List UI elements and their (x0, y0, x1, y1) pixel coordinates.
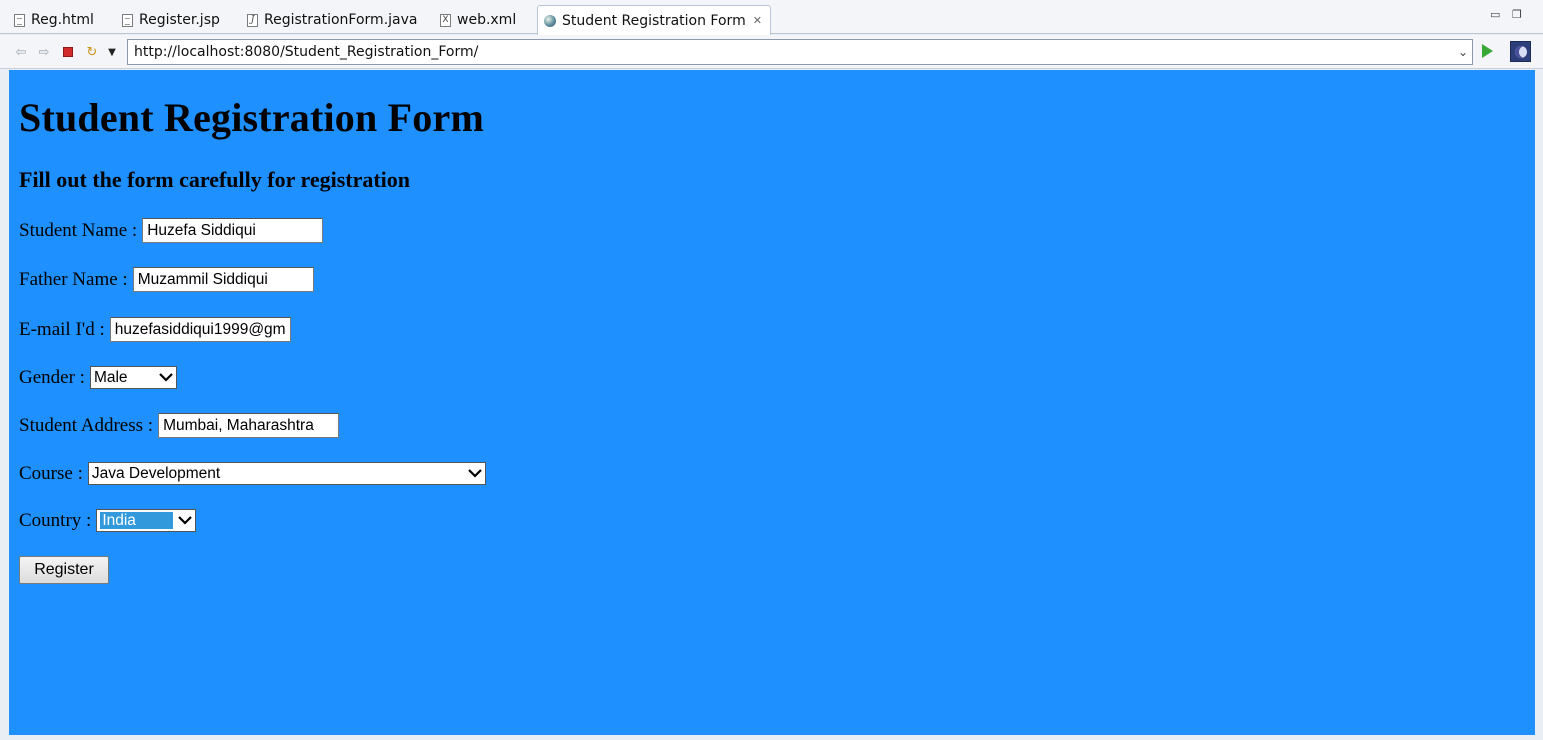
email-label: E-mail I'd : (19, 318, 105, 340)
father-name-row: Father Name : Muzammil Siddiqui (19, 267, 314, 292)
address-label: Student Address : (19, 414, 154, 436)
tab-label: Register.jsp (139, 12, 220, 28)
tab-student-registration-form[interactable]: Student Registration Form ✕ (537, 5, 771, 35)
eclipse-icon[interactable] (1510, 41, 1531, 62)
url-text: http://localhost:8080/Student_Registrati… (134, 44, 479, 60)
java-file-icon: J (247, 13, 258, 27)
url-input[interactable]: http://localhost:8080/Student_Registrati… (127, 39, 1473, 65)
html-file-icon (14, 13, 25, 27)
editor-tab-bar: Reg.html Register.jsp J RegistrationForm… (0, 0, 1543, 35)
chevron-down-icon (178, 516, 193, 525)
close-icon[interactable]: ✕ (753, 14, 762, 27)
father-name-input[interactable]: Muzammil Siddiqui (132, 267, 314, 292)
tab-label: RegistrationForm.java (264, 12, 418, 28)
tab-reg-html[interactable]: Reg.html (14, 6, 94, 34)
gender-label: Gender : (19, 366, 85, 388)
course-label: Course : (19, 462, 83, 484)
tab-registrationform-java[interactable]: J RegistrationForm.java (247, 6, 417, 34)
gender-select[interactable]: Male (89, 366, 177, 389)
tab-register-jsp[interactable]: Register.jsp (122, 6, 220, 34)
country-label: Country : (19, 509, 92, 531)
page-title: Student Registration Form (19, 95, 484, 140)
globe-icon (544, 14, 556, 27)
register-button[interactable]: Register (19, 556, 109, 584)
address-input[interactable]: Mumbai, Maharashtra (158, 413, 340, 438)
page-subtitle: Fill out the form carefully for registra… (19, 167, 411, 192)
gender-selected-value: Male (93, 369, 128, 386)
go-icon[interactable] (1482, 44, 1493, 58)
forward-icon[interactable]: ⇨ (36, 44, 52, 60)
email-input[interactable]: huzefasiddiqui1999@gm (109, 317, 291, 342)
country-select[interactable]: India (96, 509, 197, 532)
stop-icon[interactable] (60, 44, 76, 60)
maximize-icon[interactable]: ❐ (1512, 9, 1522, 20)
student-name-row: Student Name : Huzefa Siddiqui (19, 218, 324, 243)
browser-toolbar: ⇦ ⇨ ↻ ▼ http://localhost:8080/Student_Re… (0, 35, 1543, 69)
email-row: E-mail I'd : huzefasiddiqui1999@gm (19, 317, 291, 342)
back-icon[interactable]: ⇦ (13, 44, 29, 60)
chevron-down-icon[interactable]: ▼ (104, 44, 120, 60)
course-row: Course : Java Development (19, 462, 486, 485)
course-selected-value: Java Development (91, 465, 221, 482)
refresh-icon[interactable]: ↻ (84, 44, 100, 60)
father-name-label: Father Name : (19, 268, 128, 290)
tab-label: web.xml (457, 12, 517, 28)
minimize-icon[interactable]: ▭ (1490, 9, 1500, 20)
course-select[interactable]: Java Development (87, 462, 486, 485)
page-viewport: Student Registration Form Fill out the f… (9, 70, 1535, 735)
student-name-input[interactable]: Huzefa Siddiqui (142, 218, 324, 243)
chevron-down-icon (159, 373, 173, 382)
tab-web-xml[interactable]: X web.xml (440, 6, 516, 34)
country-row: Country : India (19, 509, 197, 532)
jsp-file-icon (122, 13, 133, 27)
xml-file-icon: X (440, 13, 451, 27)
tab-label: Student Registration Form (562, 12, 746, 29)
viewport-border (1535, 70, 1543, 735)
address-row: Student Address : Mumbai, Maharashtra (19, 413, 340, 438)
chevron-down-icon[interactable]: ⌄ (1458, 40, 1468, 64)
chevron-down-icon (468, 469, 482, 478)
gender-row: Gender : Male (19, 366, 177, 389)
country-selected-value: India (100, 512, 174, 529)
student-name-label: Student Name : (19, 219, 138, 241)
tab-label: Reg.html (31, 12, 94, 28)
